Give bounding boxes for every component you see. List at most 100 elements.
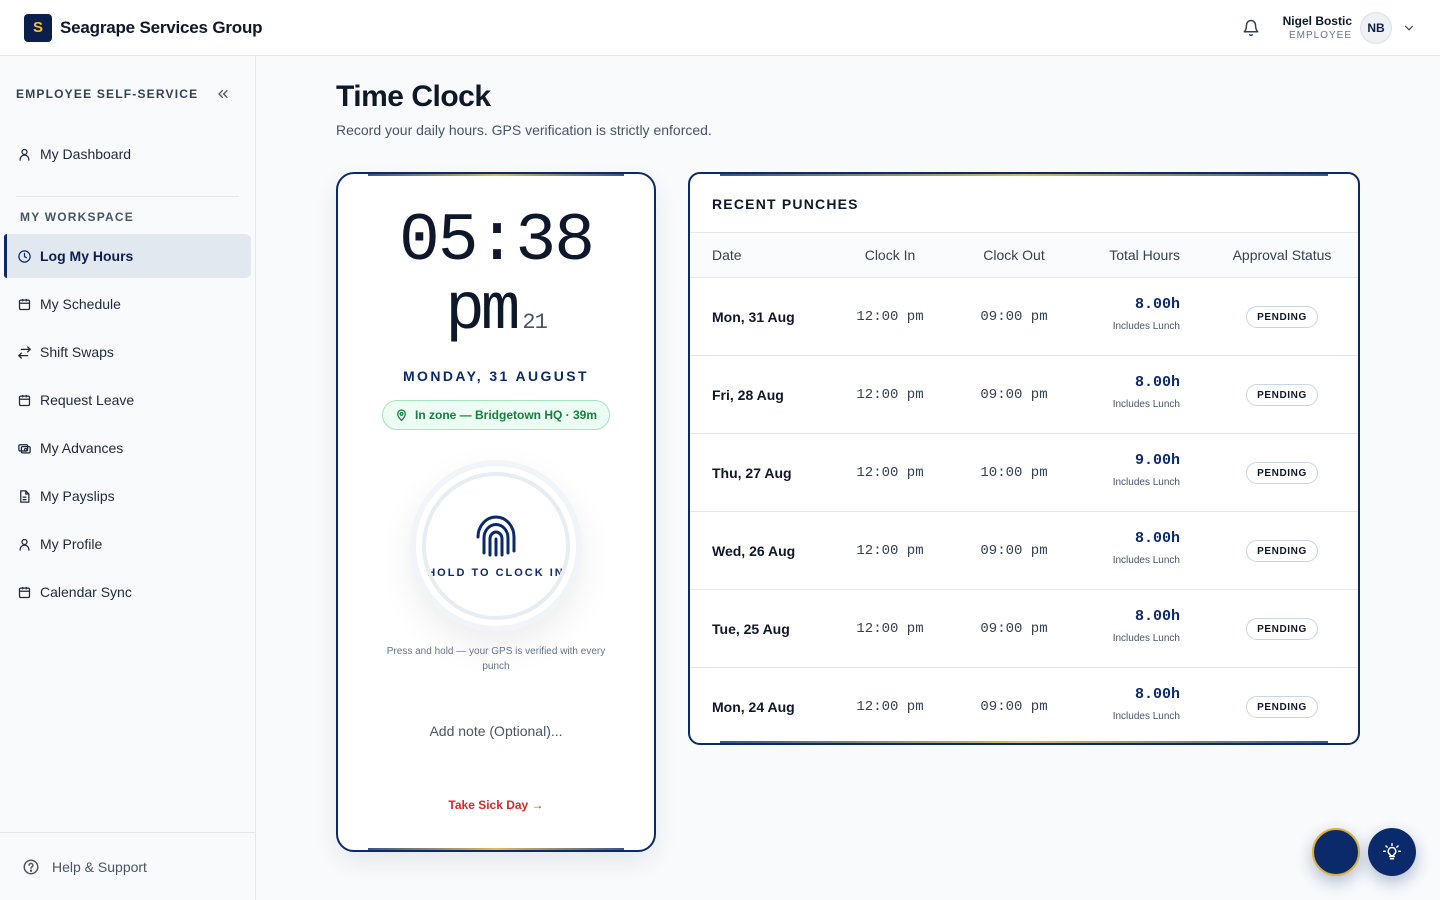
sidebar-item-shift-swaps[interactable]: Shift Swaps <box>4 330 251 374</box>
sidebar-item-label: My Schedule <box>40 296 121 312</box>
sidebar-item-calendar-sync[interactable]: Calendar Sync <box>4 570 251 614</box>
gps-zone-badge: In zone — Bridgetown HQ · 39m <box>382 400 610 430</box>
tips-button[interactable] <box>1368 828 1416 876</box>
sidebar-item-request-leave[interactable]: Request Leave <box>4 378 251 422</box>
table-row[interactable]: Mon, 24 Aug 12:00 pm 09:00 pm 8.00h Includes… <box>690 668 1358 743</box>
table-row[interactable]: Mon, 31 Aug 12:00 pm 09:00 pm 8.00h Includes… <box>690 278 1358 356</box>
calendar-icon <box>16 392 32 408</box>
collapse-sidebar-icon[interactable] <box>215 85 233 103</box>
notifications-bell-icon[interactable] <box>1241 18 1261 38</box>
brand-name: Seagrape Services Group <box>60 17 263 37</box>
user-name: Nigel Bostic <box>1282 14 1352 28</box>
punch-date: Wed, 26 Aug <box>712 543 796 559</box>
brand-logo[interactable]: S <box>24 13 52 42</box>
sidebar: EMPLOYEE SELF-SERVICE My Dashboard MY WO… <box>0 56 256 900</box>
column-header-approval-status: Approval Status <box>1232 247 1332 263</box>
column-header-date: Date <box>712 247 742 263</box>
status-badge: PENDING <box>1246 384 1318 406</box>
recent-punches-title: RECENT PUNCHES <box>712 196 859 212</box>
punch-total: 8.00h Includes Lunch <box>1113 374 1180 410</box>
user-icon <box>16 536 32 552</box>
clock-seconds: 21 <box>522 310 547 335</box>
accessibility-icon <box>1330 843 1342 861</box>
table-header: Date Clock In Clock Out Total Hours Appr… <box>690 232 1358 278</box>
help-support-link[interactable]: Help & Support <box>0 832 255 900</box>
punch-clock-out: 09:00 pm <box>980 309 1048 325</box>
punch-total: 8.00h Includes Lunch <box>1113 296 1180 332</box>
punch-clock-in: 12:00 pm <box>856 699 924 715</box>
card-accent-bottom <box>368 848 624 850</box>
punch-date: Thu, 27 Aug <box>712 465 792 481</box>
punch-date: Tue, 25 Aug <box>712 621 790 637</box>
table-row[interactable]: Wed, 26 Aug 12:00 pm 09:00 pm 8.00h Includes… <box>690 512 1358 590</box>
sidebar-item-my-schedule[interactable]: My Schedule <box>4 282 251 326</box>
avatar[interactable]: NB <box>1360 12 1392 44</box>
sidebar-item-my-dashboard[interactable]: My Dashboard <box>4 132 251 176</box>
gps-zone-text: In zone — Bridgetown HQ · 39m <box>414 408 597 422</box>
clock-button-ring <box>422 472 570 620</box>
status-badge: PENDING <box>1246 540 1318 562</box>
note-input[interactable] <box>368 714 624 748</box>
total-hours-note: Includes Lunch <box>1112 321 1180 332</box>
punch-date: Mon, 31 Aug <box>712 309 795 325</box>
total-hours-value: 8.00h <box>1134 530 1180 547</box>
sidebar-header: EMPLOYEE SELF-SERVICE <box>0 56 255 132</box>
sidebar-item-my-advances[interactable]: My Advances <box>4 426 251 470</box>
page-title: Time Clock <box>336 80 491 113</box>
sidebar-item-log-my-hours[interactable]: Log My Hours <box>4 234 251 278</box>
sidebar-title: EMPLOYEE SELF-SERVICE <box>16 87 199 101</box>
recent-punches-card: RECENT PUNCHES Date Clock In Clock Out T… <box>688 172 1360 745</box>
total-hours-note: Includes Lunch <box>1112 399 1180 410</box>
punch-date: Mon, 24 Aug <box>712 699 795 715</box>
user-role: EMPLOYEE <box>1288 30 1352 41</box>
sidebar-item-label: Shift Swaps <box>40 344 114 360</box>
page-subtitle: Record your daily hours. GPS verificatio… <box>336 122 712 138</box>
punch-clock-in: 12:00 pm <box>856 621 924 637</box>
swap-icon <box>16 344 32 360</box>
hold-to-clock-in-button[interactable]: HOLD TO CLOCK IN <box>416 466 576 626</box>
sidebar-item-my-profile[interactable]: My Profile <box>4 522 251 566</box>
sidebar-item-label: Log My Hours <box>40 248 134 264</box>
sidebar-item-label: My Dashboard <box>40 146 132 162</box>
calendar-icon <box>16 584 32 600</box>
card-accent-bottom <box>720 741 1328 743</box>
total-hours-value: 8.00h <box>1134 608 1180 625</box>
clock-ampm: pm <box>445 273 520 348</box>
punch-clock-out: 09:00 pm <box>980 543 1048 559</box>
punch-total: 9.00h Includes Lunch <box>1113 452 1180 488</box>
sidebar-item-my-payslips[interactable]: My Payslips <box>4 474 251 518</box>
help-circle-icon <box>22 858 40 876</box>
punch-clock-in: 12:00 pm <box>856 309 924 325</box>
lightbulb-icon <box>1383 843 1401 860</box>
punch-clock-out: 09:00 pm <box>980 699 1048 715</box>
status-badge: PENDING <box>1246 462 1318 484</box>
status-badge: PENDING <box>1246 306 1318 328</box>
column-header-clock-out: Clock Out <box>983 247 1045 263</box>
sidebar-item-label: My Payslips <box>40 488 115 504</box>
take-sick-day-link[interactable]: Take Sick Day → <box>338 798 654 812</box>
table-row[interactable]: Fri, 28 Aug 12:00 pm 09:00 pm 8.00h Includes… <box>690 356 1358 434</box>
total-hours-value: 8.00h <box>1134 686 1180 703</box>
sidebar-item-label: Request Leave <box>40 392 135 408</box>
status-badge: PENDING <box>1246 618 1318 640</box>
total-hours-value: 9.00h <box>1134 452 1180 469</box>
punch-clock-in: 12:00 pm <box>856 543 924 559</box>
punch-clock-out: 09:00 pm <box>980 621 1048 637</box>
sidebar-item-label: Calendar Sync <box>40 584 132 600</box>
section-label-workspace: MY WORKSPACE <box>20 210 134 224</box>
total-hours-value: 8.00h <box>1134 296 1180 313</box>
column-header-clock-in: Clock In <box>864 247 916 263</box>
chevron-down-icon[interactable] <box>1402 21 1416 35</box>
punch-clock-out: 10:00 pm <box>980 465 1048 481</box>
punch-clock-in: 12:00 pm <box>856 387 924 403</box>
total-hours-note: Includes Lunch <box>1112 477 1180 488</box>
help-label: Help & Support <box>52 858 147 875</box>
card-accent-top <box>368 174 624 176</box>
document-icon <box>16 488 32 504</box>
user-icon <box>16 146 32 162</box>
clock-date: MONDAY, 31 AUGUST <box>402 368 590 384</box>
table-row[interactable]: Thu, 27 Aug 12:00 pm 10:00 pm 9.00h Includes… <box>690 434 1358 512</box>
table-row[interactable]: Tue, 25 Aug 12:00 pm 09:00 pm 8.00h Includes… <box>690 590 1358 668</box>
user-info[interactable]: Nigel Bostic EMPLOYEE <box>1283 15 1352 41</box>
accessibility-button[interactable] <box>1312 828 1360 876</box>
